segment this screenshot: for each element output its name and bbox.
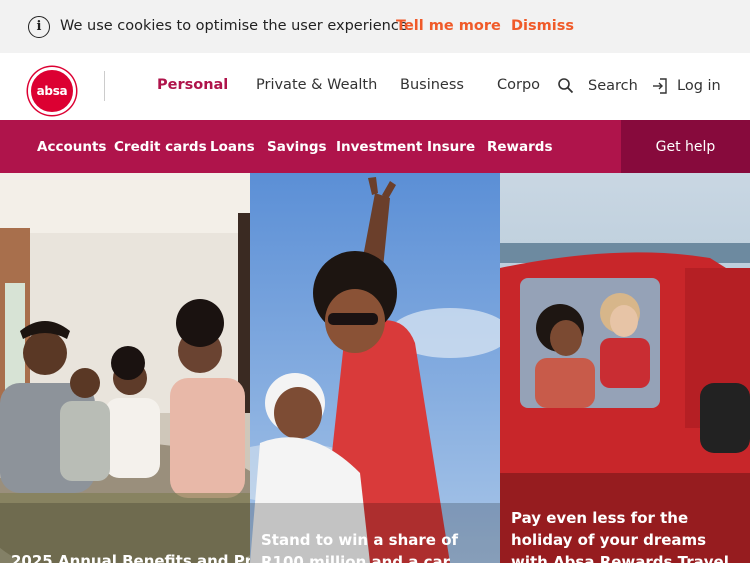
logo-text: absa — [36, 84, 68, 98]
search-label: Search — [588, 78, 638, 94]
info-icon: i — [28, 16, 50, 38]
absa-logo[interactable]: absa — [28, 67, 76, 115]
login-button[interactable]: Log in — [651, 77, 721, 95]
nav-corporate[interactable]: Corpo — [497, 77, 540, 93]
nav-business[interactable]: Business — [400, 77, 464, 93]
cat-investment[interactable]: Investment — [336, 139, 422, 155]
category-nav: Accounts Credit cards Loans Savings Inve… — [0, 120, 750, 173]
search-icon — [557, 77, 575, 95]
login-label: Log in — [677, 78, 721, 94]
nav-private-wealth[interactable]: Private & Wealth — [256, 77, 377, 93]
competition-photo — [250, 173, 500, 563]
promo-card-competition[interactable]: Stand to win a share of R100 million and… — [250, 173, 500, 563]
login-icon — [651, 77, 669, 95]
cat-savings[interactable]: Savings — [267, 139, 327, 155]
travel-photo — [500, 173, 750, 563]
nav-personal[interactable]: Personal — [157, 77, 228, 93]
cat-accounts[interactable]: Accounts — [37, 139, 106, 155]
promo-card-travel[interactable]: Pay even less for the holiday of your dr… — [500, 173, 750, 563]
cookie-banner: i We use cookies to optimise the user ex… — [0, 0, 750, 53]
header-divider — [104, 71, 105, 101]
tell-me-more-link[interactable]: Tell me more — [396, 18, 501, 34]
cookie-message: We use cookies to optimise the user expe… — [60, 18, 413, 34]
cat-credit-cards[interactable]: Credit cards — [114, 139, 207, 155]
card-title: 2025 Annual Benefits and Pricing — [11, 552, 250, 563]
family-photo — [0, 173, 250, 563]
promo-card-pricing[interactable]: 2025 Annual Benefits and Pricing — [0, 173, 250, 563]
card-title: Stand to win a share of R100 million and… — [261, 531, 459, 563]
get-help-button[interactable]: Get help — [621, 120, 750, 173]
cat-rewards[interactable]: Rewards — [487, 139, 553, 155]
cat-insure[interactable]: Insure — [427, 139, 475, 155]
site-header: absa Personal Private & Wealth Business … — [0, 53, 750, 120]
search-button[interactable]: Search — [557, 77, 638, 95]
card-title: Pay even less for the holiday of your dr… — [511, 509, 729, 563]
cat-loans[interactable]: Loans — [210, 139, 255, 155]
dismiss-button[interactable]: Dismiss — [511, 18, 574, 34]
